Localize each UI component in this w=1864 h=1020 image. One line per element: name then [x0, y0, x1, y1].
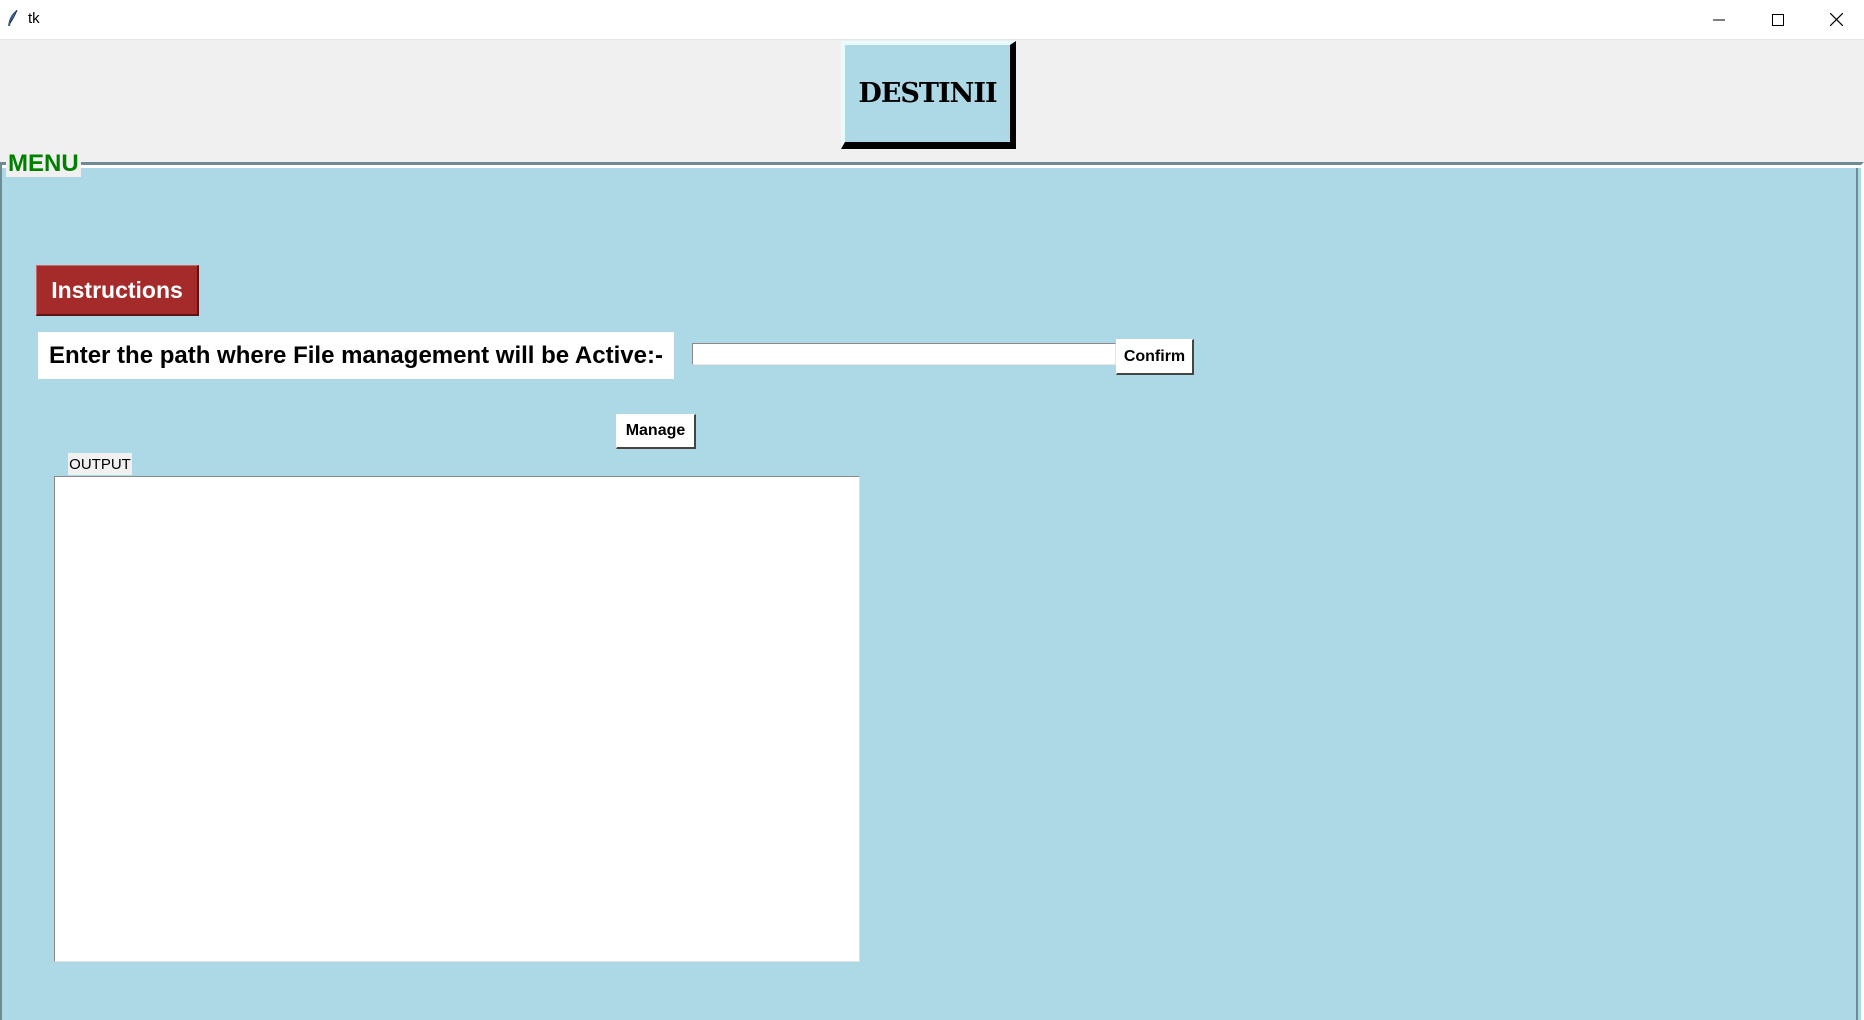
instructions-button[interactable]: Instructions: [36, 265, 199, 316]
confirm-button[interactable]: Confirm: [1116, 339, 1194, 375]
tk-feather-icon: [4, 9, 22, 29]
destinii-logo-button[interactable]: DESTINII: [841, 41, 1016, 149]
path-input[interactable]: [692, 343, 1116, 365]
minimize-button[interactable]: [1690, 0, 1748, 39]
window-title: tk: [28, 10, 40, 27]
manage-button[interactable]: Manage: [616, 414, 696, 449]
maximize-button[interactable]: [1749, 0, 1807, 39]
close-icon: [1829, 13, 1843, 26]
minimize-icon: [1713, 19, 1725, 20]
maximize-icon: [1772, 13, 1784, 26]
close-button[interactable]: [1807, 0, 1864, 39]
menu-label: MENU: [6, 150, 81, 177]
output-label: OUTPUT: [68, 453, 132, 475]
output-text-area[interactable]: [54, 476, 860, 962]
window-titlebar: tk: [0, 0, 1864, 40]
path-prompt-label: Enter the path where File management wil…: [38, 332, 674, 379]
